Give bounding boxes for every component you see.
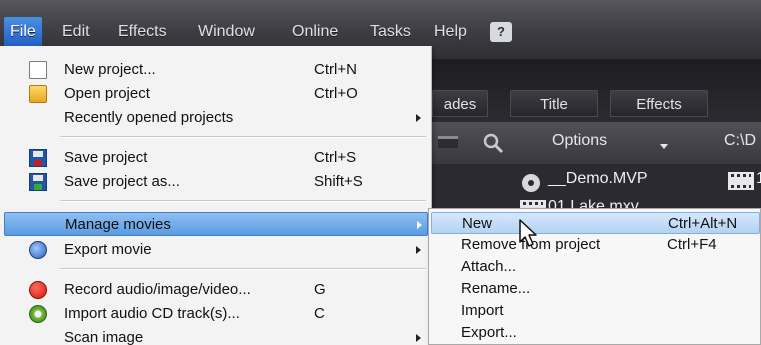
submenu-item-label: New — [462, 215, 493, 232]
menu-item-shortcut: Ctrl+N — [314, 61, 357, 78]
menu-tasks[interactable]: Tasks — [364, 17, 417, 47]
submenu-item-export[interactable]: Export... — [431, 322, 760, 344]
menu-item-label: New project... — [64, 61, 156, 78]
save-icon — [29, 149, 47, 167]
film-icon — [728, 172, 754, 190]
submenu-item-rename[interactable]: Rename... — [431, 278, 760, 300]
file-item-number[interactable]: 1 — [756, 170, 761, 188]
disc-icon — [522, 174, 540, 192]
tab-title[interactable]: Title — [510, 90, 598, 117]
current-path: C:\D — [724, 132, 756, 149]
tab-fades[interactable]: ades — [432, 90, 488, 117]
menu-separator — [60, 201, 426, 202]
menu-item-shortcut: Shift+S — [314, 173, 363, 190]
menu-item-new-project[interactable]: New project... Ctrl+N — [4, 58, 428, 82]
menu-edit[interactable]: Edit — [56, 17, 96, 47]
menu-file[interactable]: File — [4, 17, 42, 47]
menu-item-label: Manage movies — [65, 216, 171, 233]
menu-item-shortcut: C — [314, 305, 325, 322]
menu-item-label: Save project — [64, 149, 148, 166]
menu-item-label: Recently opened projects — [64, 109, 234, 126]
menu-item-label: Export movie — [64, 241, 152, 258]
menu-item-save-project[interactable]: Save project Ctrl+S — [4, 146, 428, 170]
folder-icon — [29, 85, 47, 103]
menu-item-recent-projects[interactable]: Recently opened projects — [4, 106, 428, 130]
menu-item-label: Open project — [64, 85, 150, 102]
submenu-item-import[interactable]: Import — [431, 300, 760, 322]
file-menu: New project... Ctrl+N Open project Ctrl+… — [0, 46, 432, 345]
menu-item-label: Record audio/image/video... — [64, 281, 251, 298]
menu-item-import-cd[interactable]: Import audio CD track(s)... C — [4, 302, 428, 326]
submenu-arrow-icon — [416, 246, 421, 254]
file-item-demo[interactable]: __Demo.MVP — [548, 170, 648, 188]
menu-separator — [60, 137, 426, 138]
menu-item-export-movie[interactable]: Export movie — [4, 238, 428, 262]
submenu-item-new[interactable]: New Ctrl+Alt+N — [431, 212, 760, 234]
folder-up-icon[interactable] — [438, 136, 458, 148]
record-icon — [29, 281, 47, 299]
cd-icon — [29, 305, 47, 323]
submenu-item-shortcut: Ctrl+Alt+N — [668, 215, 738, 232]
menu-window[interactable]: Window — [192, 17, 261, 47]
submenu-item-label: Export... — [461, 324, 517, 341]
submenu-item-label: Rename... — [461, 280, 531, 297]
submenu-item-attach[interactable]: Attach... — [431, 256, 760, 278]
browser-toolbar: Options C:\D — [432, 122, 761, 164]
submenu-item-remove[interactable]: Remove from project Ctrl+F4 — [431, 234, 760, 256]
save-as-icon — [29, 173, 47, 191]
options-dropdown-icon[interactable] — [660, 144, 668, 149]
submenu-arrow-icon — [417, 221, 422, 229]
menu-help[interactable]: Help — [428, 17, 473, 47]
menu-item-scan-image[interactable]: Scan image — [4, 326, 428, 345]
submenu-item-shortcut: Ctrl+F4 — [667, 236, 717, 253]
menu-item-shortcut: G — [314, 281, 326, 298]
submenu-item-label: Import — [461, 302, 504, 319]
submenu-item-label: Attach... — [461, 258, 517, 275]
menu-item-manage-movies[interactable]: Manage movies — [4, 212, 428, 236]
menu-effects[interactable]: Effects — [112, 17, 173, 47]
menu-item-record[interactable]: Record audio/image/video... G — [4, 278, 428, 302]
mouse-cursor-icon — [519, 219, 537, 247]
tab-effects[interactable]: Effects — [610, 90, 708, 117]
submenu-arrow-icon — [416, 334, 421, 342]
menu-item-save-project-as[interactable]: Save project as... Shift+S — [4, 170, 428, 194]
help-icon[interactable]: ? — [490, 22, 512, 42]
menu-item-label: Save project as... — [64, 173, 180, 190]
menu-item-shortcut: Ctrl+O — [314, 85, 358, 102]
menu-item-label: Import audio CD track(s)... — [64, 305, 240, 322]
menu-separator — [60, 269, 426, 270]
options-button[interactable]: Options — [552, 132, 607, 150]
submenu-arrow-icon — [416, 114, 421, 122]
file-list: __Demo.MVP 01 Lake.mxv 1 — [432, 164, 761, 218]
document-icon — [29, 61, 47, 79]
menu-online[interactable]: Online — [286, 17, 344, 47]
menu-item-shortcut: Ctrl+S — [314, 149, 357, 166]
search-icon[interactable] — [482, 132, 504, 154]
menu-item-open-project[interactable]: Open project Ctrl+O — [4, 82, 428, 106]
manage-movies-submenu: New Ctrl+Alt+N Remove from project Ctrl+… — [428, 208, 761, 345]
export-icon — [29, 241, 47, 259]
menu-item-label: Scan image — [64, 329, 144, 345]
